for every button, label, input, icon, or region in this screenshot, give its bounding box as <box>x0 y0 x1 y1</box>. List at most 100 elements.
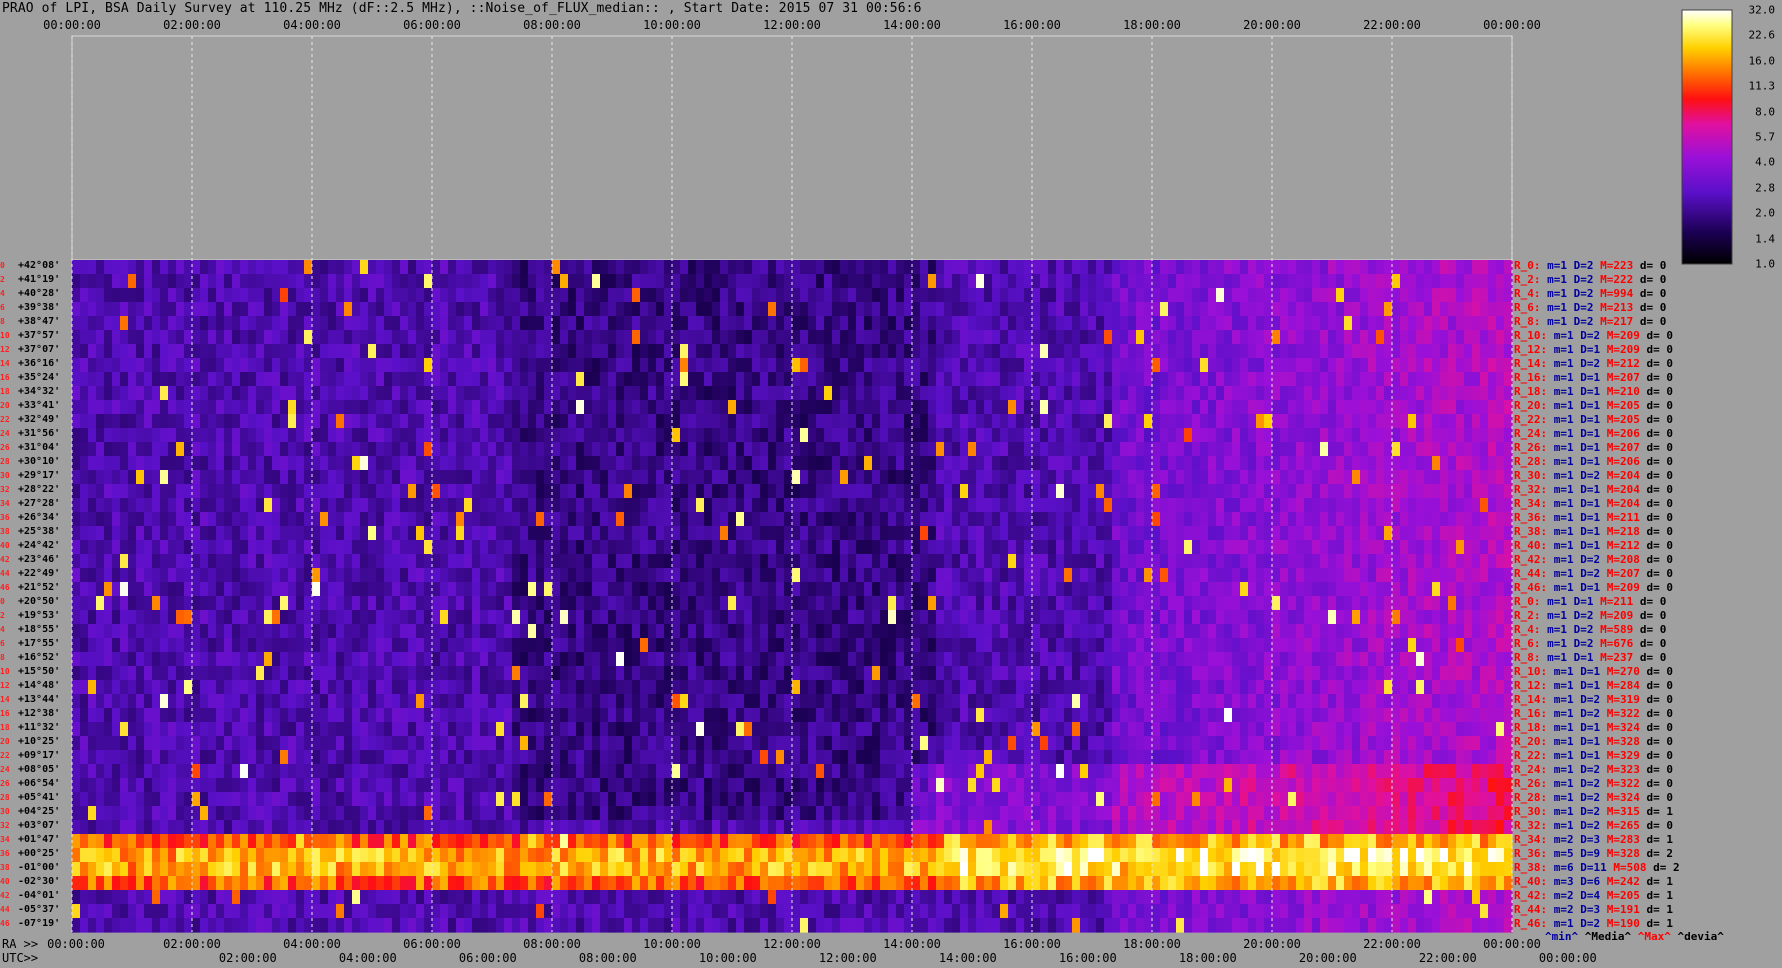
heatmap-cell <box>1256 540 1265 555</box>
heatmap-cell <box>448 288 457 303</box>
heatmap-cell <box>568 274 577 289</box>
heatmap-cell <box>440 316 449 331</box>
heatmap-cell <box>824 386 833 401</box>
heatmap-cell <box>168 428 177 443</box>
heatmap-cell <box>288 512 297 527</box>
heatmap-cell <box>1464 442 1473 457</box>
heatmap-cell <box>576 526 585 541</box>
heatmap-cell <box>928 596 937 611</box>
heatmap-cell <box>368 442 377 457</box>
heatmap-cell <box>376 568 385 583</box>
heatmap-cell <box>728 330 737 345</box>
heatmap-cell <box>1312 596 1321 611</box>
heatmap-cell <box>608 316 617 331</box>
heatmap-cell <box>200 582 209 597</box>
heatmap-cell <box>656 512 665 527</box>
heatmap-cell <box>592 498 601 513</box>
heatmap-cell <box>1472 288 1481 303</box>
heatmap-cell <box>264 568 273 583</box>
heatmap-cell <box>1432 470 1441 485</box>
heatmap-cell <box>1232 442 1241 457</box>
heatmap-cell <box>288 624 297 639</box>
heatmap-cell <box>784 344 793 359</box>
heatmap-cell <box>592 358 601 373</box>
heatmap-cell <box>1200 260 1209 275</box>
heatmap-cell <box>536 414 545 429</box>
heatmap-cell <box>768 260 777 275</box>
heatmap-cell <box>1360 358 1369 373</box>
heatmap-cell <box>904 610 913 625</box>
heatmap-cell <box>688 386 697 401</box>
heatmap-cell <box>840 624 849 639</box>
heatmap-cell <box>88 414 97 429</box>
heatmap-cell <box>1024 638 1033 653</box>
heatmap-cell <box>1096 372 1105 387</box>
heatmap-cell <box>1304 470 1313 485</box>
heatmap-cell <box>1264 288 1273 303</box>
heatmap-cell <box>656 386 665 401</box>
heatmap-cell <box>1368 316 1377 331</box>
heatmap-cell <box>1144 400 1153 415</box>
heatmap-cell <box>504 498 513 513</box>
heatmap-cell <box>224 456 233 471</box>
heatmap-cell <box>240 638 249 653</box>
heatmap-cell <box>1496 610 1505 625</box>
heatmap-cell <box>152 274 161 289</box>
heatmap-cell <box>1256 260 1265 275</box>
heatmap-cell <box>656 260 665 275</box>
heatmap-cell <box>856 414 865 429</box>
heatmap-cell <box>256 344 265 359</box>
heatmap-cell <box>136 596 145 611</box>
heatmap-cell <box>1232 484 1241 499</box>
heatmap-cell <box>104 596 113 611</box>
heatmap-cell <box>216 414 225 429</box>
heatmap-cell <box>328 442 337 457</box>
heatmap-cell <box>688 274 697 289</box>
heatmap-cell <box>1048 372 1057 387</box>
heatmap-cell <box>1192 442 1201 457</box>
heatmap-cell <box>1312 554 1321 569</box>
heatmap-cell <box>800 386 809 401</box>
heatmap-cell <box>1272 330 1281 345</box>
heatmap-cell <box>936 274 945 289</box>
heatmap-cell <box>1192 400 1201 415</box>
heatmap-cell <box>456 540 465 555</box>
heatmap-cell <box>248 274 257 289</box>
heatmap-cell <box>392 484 401 499</box>
heatmap-cell <box>232 358 241 373</box>
heatmap-cell <box>648 428 657 443</box>
heatmap-cell <box>1152 512 1161 527</box>
heatmap-cell <box>152 512 161 527</box>
heatmap-cell <box>80 288 89 303</box>
heatmap-cell <box>1456 596 1465 611</box>
heatmap-cell <box>1448 554 1457 569</box>
heatmap-cell <box>680 512 689 527</box>
heatmap-cell <box>1000 344 1009 359</box>
heatmap-cell <box>1216 512 1225 527</box>
heatmap-cell <box>1272 470 1281 485</box>
heatmap-cell <box>1336 330 1345 345</box>
heatmap-cell <box>896 330 905 345</box>
heatmap-cell <box>784 624 793 639</box>
heatmap-cell <box>120 400 129 415</box>
heatmap-cell <box>1200 554 1209 569</box>
heatmap-cell <box>520 470 529 485</box>
heatmap-cell <box>544 288 553 303</box>
heatmap-cell <box>736 302 745 317</box>
heatmap-cell <box>560 624 569 639</box>
heatmap-cell <box>944 400 953 415</box>
heatmap-cell <box>384 274 393 289</box>
heatmap-cell <box>1136 624 1145 639</box>
heatmap-cell <box>696 330 705 345</box>
heatmap-cell <box>448 344 457 359</box>
heatmap-cell <box>480 554 489 569</box>
heatmap-cell <box>336 596 345 611</box>
heatmap-cell <box>560 638 569 653</box>
heatmap-cell <box>808 498 817 513</box>
heatmap-cell <box>1272 568 1281 583</box>
heatmap-cell <box>896 540 905 555</box>
heatmap-cell <box>608 302 617 317</box>
heatmap-cell <box>1184 372 1193 387</box>
heatmap-cell <box>784 386 793 401</box>
heatmap-cell <box>648 512 657 527</box>
